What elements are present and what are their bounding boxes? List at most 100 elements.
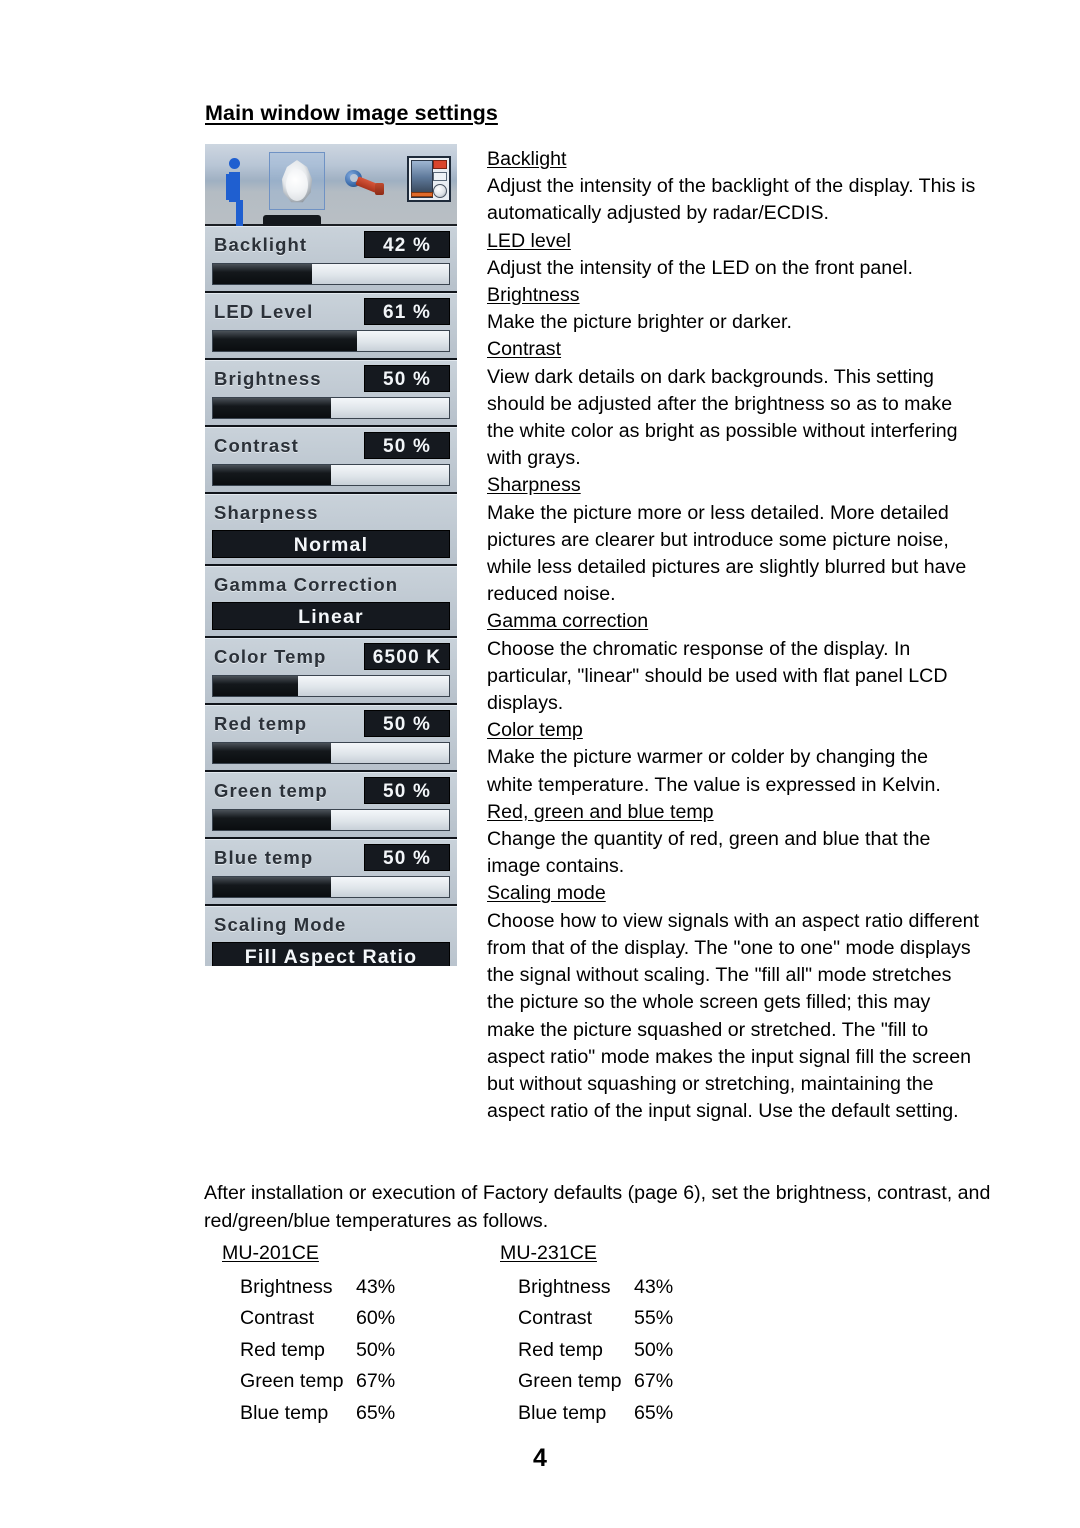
- text-backlight: Adjust the intensity of the backlight of…: [487, 175, 976, 225]
- osd-label-scaling-mode: Scaling Mode: [214, 914, 347, 935]
- osd-label-red-temp: Red temp: [214, 713, 308, 734]
- table-row: Red temp 50%: [240, 1335, 395, 1367]
- osd-value-green-temp: 50 %: [364, 777, 450, 804]
- setting-value: 67%: [634, 1370, 674, 1392]
- osd-label-blue-temp: Blue temp: [214, 847, 314, 868]
- setting-value: 43%: [356, 1275, 396, 1298]
- setting-value: 50%: [634, 1338, 674, 1361]
- osd-label-contrast: Contrast: [214, 435, 299, 456]
- table-row: Contrast 60%: [240, 1303, 395, 1335]
- osd-slider-contrast: [212, 464, 450, 486]
- osd-row-contrast: Contrast 50 %: [205, 427, 457, 494]
- info-icon: [219, 158, 249, 204]
- table-row: Green temp 67%: [240, 1366, 395, 1398]
- table-row: Brightness 43%: [240, 1272, 395, 1304]
- osd-value-led-level: 61 %: [364, 298, 450, 325]
- osd-slider-fill: [213, 877, 331, 897]
- osd-label-brightness: Brightness: [214, 368, 322, 389]
- table-row: Green temp 67%: [518, 1366, 673, 1398]
- closing-paragraph: After installation or execution of Facto…: [204, 1182, 991, 1232]
- osd-row-gamma-correction: Gamma Correction Linear: [205, 566, 457, 638]
- table-row: Blue temp 65%: [240, 1398, 395, 1430]
- term-brightness: Brightness: [487, 284, 580, 307]
- osd-row-list: Backlight 42 % LED Level 61 % Brightness…: [205, 226, 457, 966]
- text-color-temp: Make the picture warmer or colder by cha…: [487, 746, 941, 796]
- brightness-bulb-icon: [269, 152, 325, 210]
- setting-value: 67%: [356, 1370, 396, 1392]
- term-led-level: LED level: [487, 229, 571, 252]
- text-led-level: Adjust the intensity of the LED on the f…: [487, 256, 913, 279]
- term-rgb-temp: Red, green and blue temp: [487, 800, 714, 823]
- table-row: Brightness 43%: [518, 1272, 673, 1304]
- osd-value-contrast: 50 %: [364, 432, 450, 459]
- osd-label-led-level: LED Level: [214, 301, 314, 322]
- setting-value: 60%: [356, 1307, 396, 1329]
- table-row: Contrast 55%: [518, 1303, 673, 1335]
- osd-row-backlight: Backlight 42 %: [205, 226, 457, 293]
- term-contrast: Contrast: [487, 338, 562, 361]
- setting-name: Green temp: [518, 1370, 622, 1392]
- osd-slider-fill: [213, 264, 313, 284]
- osd-settings-screenshot: Backlight 42 % LED Level 61 % Brightness…: [205, 144, 457, 966]
- table-row: Red temp 50%: [518, 1335, 673, 1367]
- model-table-mu-231ce: MU-231CE Brightness 43% Contrast 55% Red…: [500, 1238, 673, 1429]
- wrench-icon: [345, 166, 385, 200]
- osd-row-scaling-mode: Scaling Mode Fill Aspect Ratio: [205, 906, 457, 966]
- setting-value: 55%: [634, 1307, 674, 1329]
- setting-value: 43%: [634, 1275, 674, 1298]
- osd-row-sharpness: Sharpness Normal: [205, 494, 457, 566]
- osd-row-brightness: Brightness 50 %: [205, 360, 457, 427]
- term-color-temp: Color temp: [487, 719, 583, 742]
- model-name: MU-231CE: [500, 1242, 597, 1264]
- osd-value-blue-temp: 50 %: [364, 844, 450, 871]
- osd-slider-fill: [213, 743, 331, 763]
- osd-label-gamma-correction: Gamma Correction: [214, 574, 399, 595]
- osd-value-scaling-mode: Fill Aspect Ratio: [212, 942, 450, 966]
- term-backlight: Backlight: [487, 148, 567, 170]
- page-number: 4: [533, 1444, 547, 1472]
- text-scaling-mode: Choose how to view signals with an aspec…: [487, 909, 979, 1123]
- osd-value-color-temp: 6500 K: [364, 643, 450, 670]
- term-sharpness: Sharpness: [487, 474, 581, 497]
- text-brightness: Make the picture brighter or darker.: [487, 311, 792, 334]
- setting-name: Red temp: [518, 1338, 603, 1361]
- osd-row-green-temp: Green temp 50 %: [205, 772, 457, 839]
- osd-label-backlight: Backlight: [214, 234, 308, 255]
- setting-name: Blue temp: [518, 1401, 607, 1424]
- osd-row-color-temp: Color Temp 6500 K: [205, 638, 457, 705]
- osd-row-blue-temp: Blue temp 50 %: [205, 839, 457, 906]
- osd-slider-fill: [213, 398, 331, 418]
- osd-label-green-temp: Green temp: [214, 780, 328, 801]
- page-title: Main window image settings: [205, 101, 498, 125]
- osd-slider-fill: [213, 676, 298, 696]
- osd-row-red-temp: Red temp 50 %: [205, 705, 457, 772]
- osd-slider-red-temp: [212, 742, 450, 764]
- setting-value: 65%: [634, 1401, 674, 1424]
- osd-slider-brightness: [212, 397, 450, 419]
- osd-slider-green-temp: [212, 809, 450, 831]
- osd-label-sharpness: Sharpness: [214, 502, 319, 523]
- text-sharpness: Make the picture more or less detailed. …: [487, 501, 967, 606]
- term-scaling-mode: Scaling mode: [487, 882, 606, 905]
- table-row: Blue temp 65%: [518, 1398, 673, 1430]
- setting-name: Red temp: [240, 1338, 325, 1361]
- setting-name: Contrast: [240, 1307, 315, 1329]
- osd-slider-fill: [213, 810, 331, 830]
- osd-label-color-temp: Color Temp: [214, 646, 327, 667]
- osd-value-backlight: 42 %: [364, 231, 450, 258]
- setting-name: Brightness: [240, 1275, 333, 1298]
- osd-slider-blue-temp: [212, 876, 450, 898]
- setting-value: 65%: [356, 1401, 396, 1424]
- setting-name: Green temp: [240, 1370, 344, 1392]
- model-name: MU-201CE: [222, 1242, 319, 1264]
- text-rgb-temp: Change the quantity of red, green and bl…: [487, 828, 931, 878]
- text-gamma-correction: Choose the chromatic response of the dis…: [487, 637, 948, 715]
- osd-value-sharpness: Normal: [212, 530, 450, 558]
- document-page: Main window image settings Backlight 42 …: [0, 0, 1080, 1528]
- osd-toolbar: [205, 144, 457, 226]
- osd-row-led-level: LED Level 61 %: [205, 293, 457, 360]
- osd-slider-backlight: [212, 263, 450, 285]
- osd-value-red-temp: 50 %: [364, 710, 450, 737]
- osd-value-brightness: 50 %: [364, 365, 450, 392]
- osd-slider-color-temp: [212, 675, 450, 697]
